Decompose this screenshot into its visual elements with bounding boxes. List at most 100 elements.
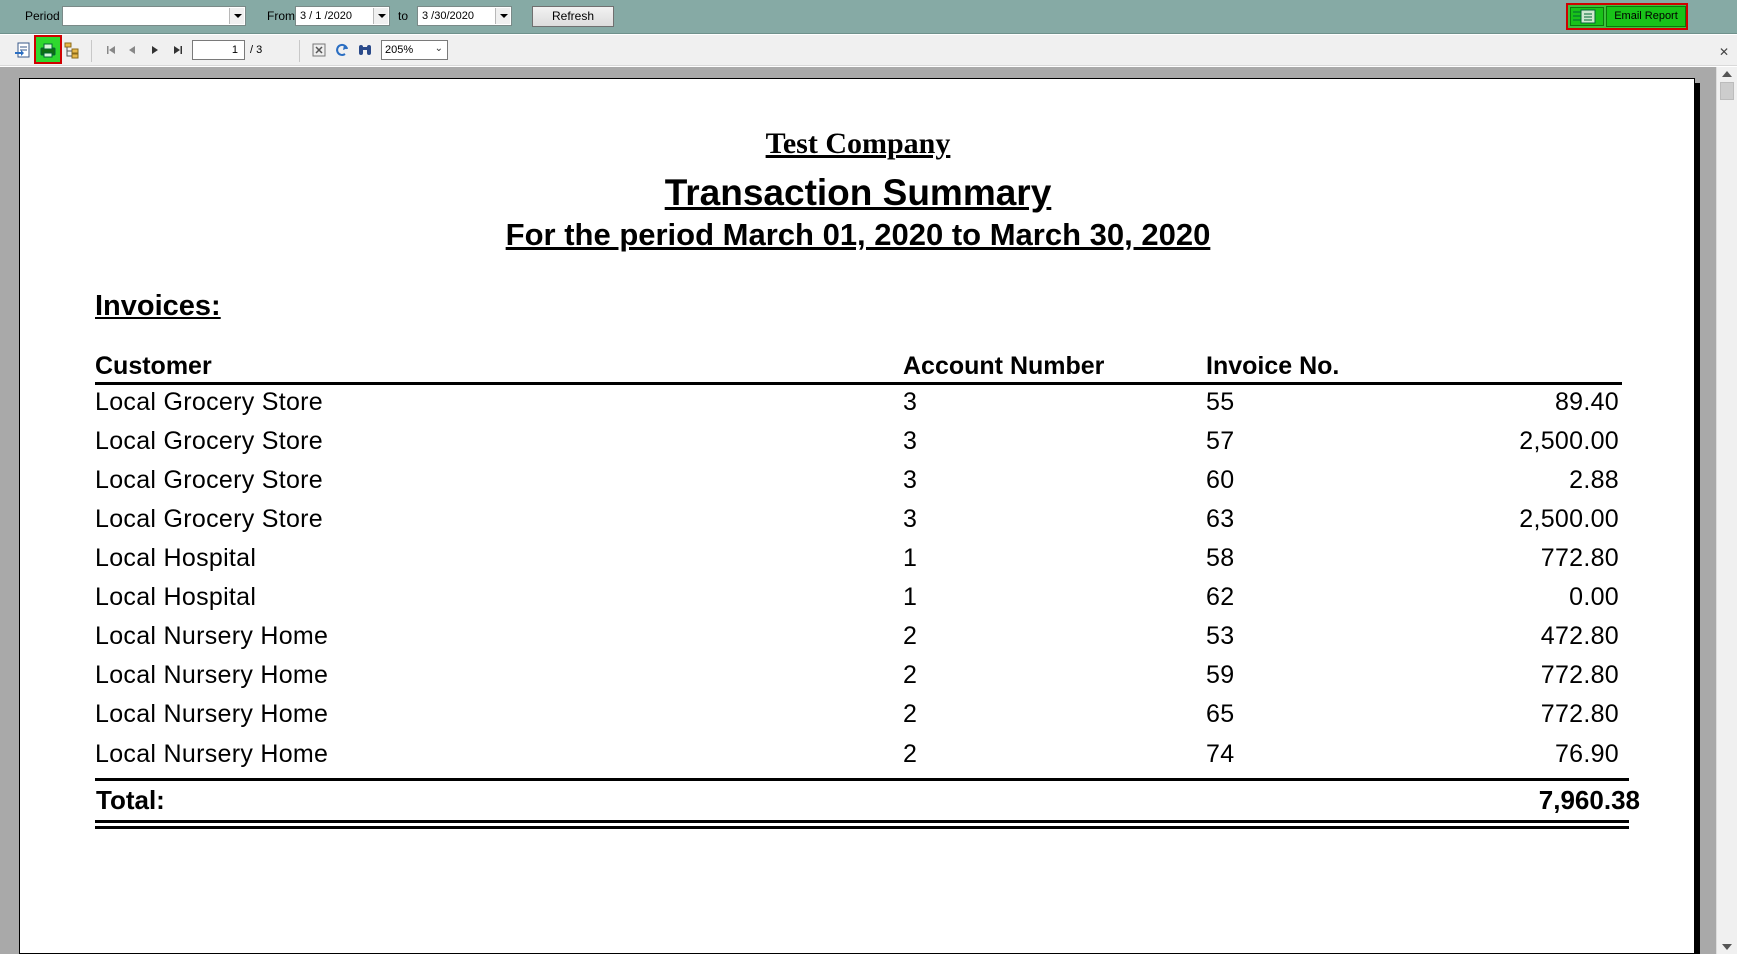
report-toolbar: 1 / 3 205% ⌄ ✕ <box>0 35 1737 66</box>
total-label: Total: <box>96 785 165 815</box>
table-row: Local Hospital 1 58 772.80 <box>0 544 1716 583</box>
scroll-up-icon[interactable] <box>1722 71 1732 77</box>
cell-amount: 89.40 <box>1554 388 1619 416</box>
total-value: 7,960.38 <box>1538 785 1640 815</box>
cell-amount: 76.90 <box>1554 740 1619 768</box>
zoom-select[interactable]: 205% ⌄ <box>381 40 448 60</box>
cell-amount: 2,500.00 <box>1519 427 1619 455</box>
scroll-down-icon[interactable] <box>1722 944 1732 950</box>
column-header-account: Account Number <box>903 352 1105 380</box>
last-page-icon[interactable] <box>168 40 188 60</box>
first-page-icon[interactable] <box>101 40 121 60</box>
cell-account: 2 <box>903 622 918 650</box>
cell-invoice: 59 <box>1206 661 1235 689</box>
from-date-picker[interactable]: 3 / 1 /2020 <box>295 6 390 26</box>
cell-customer: Local Grocery Store <box>95 388 324 416</box>
cell-account: 3 <box>903 388 918 416</box>
previous-page-icon[interactable] <box>122 40 142 60</box>
chevron-down-icon[interactable]: ⌄ <box>435 43 443 54</box>
refresh-button[interactable]: Refresh <box>532 6 614 27</box>
report-title: Transaction Summary <box>664 172 1052 213</box>
cell-account: 2 <box>903 661 918 689</box>
email-report-highlight: Email Report <box>1566 3 1688 30</box>
table-row: Local Grocery Store 3 63 2,500.00 <box>0 505 1716 544</box>
from-label: From <box>267 9 295 23</box>
next-page-icon[interactable] <box>145 40 165 60</box>
cell-invoice: 62 <box>1206 583 1235 611</box>
refresh-icon[interactable] <box>332 40 352 60</box>
header-rule <box>95 382 1622 385</box>
cell-invoice: 74 <box>1206 740 1235 768</box>
cell-customer: Local Nursery Home <box>95 700 329 728</box>
page-number-input[interactable]: 1 <box>192 40 245 60</box>
cell-customer: Local Nursery Home <box>95 661 329 689</box>
cell-amount: 2,500.00 <box>1519 505 1619 533</box>
cell-amount: 772.80 <box>1540 661 1619 689</box>
column-header-invoice: Invoice No. <box>1206 352 1340 380</box>
email-report-button[interactable]: Email Report <box>1606 6 1686 27</box>
cell-invoice: 58 <box>1206 544 1235 572</box>
table-row: Local Hospital 1 62 0.00 <box>0 583 1716 622</box>
cell-amount: 772.80 <box>1540 700 1619 728</box>
cell-account: 2 <box>903 740 918 768</box>
chevron-down-icon[interactable] <box>229 8 244 24</box>
table-row: Local Nursery Home 2 53 472.80 <box>0 622 1716 661</box>
cell-amount: 472.80 <box>1540 622 1619 650</box>
cell-invoice: 60 <box>1206 466 1235 494</box>
total-rule-bottom <box>95 820 1629 823</box>
group-tree-icon[interactable] <box>62 40 82 60</box>
export-icon[interactable] <box>13 40 33 60</box>
cell-account: 3 <box>903 466 918 494</box>
cell-account: 3 <box>903 427 918 455</box>
toolbar-divider <box>299 40 300 62</box>
table-row: Local Nursery Home 2 59 772.80 <box>0 661 1716 700</box>
section-heading: Invoices: <box>95 290 221 322</box>
table-row: Local Nursery Home 2 74 76.90 <box>0 740 1716 779</box>
cell-customer: Local Grocery Store <box>95 505 324 533</box>
period-select[interactable] <box>62 6 246 26</box>
report-period: For the period March 01, 2020 to March 3… <box>505 217 1211 252</box>
cell-account: 3 <box>903 505 918 533</box>
to-date-picker[interactable]: 3 /30/2020 <box>417 6 512 26</box>
table-row: Local Nursery Home 2 65 772.80 <box>0 700 1716 739</box>
cell-customer: Local Hospital <box>95 583 257 611</box>
cell-account: 1 <box>903 583 918 611</box>
cell-customer: Local Grocery Store <box>95 427 324 455</box>
stop-icon[interactable] <box>309 40 329 60</box>
search-binoculars-icon[interactable] <box>355 40 375 60</box>
cell-customer: Local Hospital <box>95 544 257 572</box>
cell-customer: Local Grocery Store <box>95 466 324 494</box>
cell-amount: 0.00 <box>1569 583 1619 611</box>
cell-invoice: 55 <box>1206 388 1235 416</box>
column-header-customer: Customer <box>95 352 212 380</box>
cell-invoice: 53 <box>1206 622 1235 650</box>
company-name: Test Company <box>765 127 951 160</box>
table-row: Local Grocery Store 3 57 2,500.00 <box>0 427 1716 466</box>
period-label: Period <box>25 9 60 23</box>
to-date-value: 3 /30/2020 <box>422 10 474 22</box>
vertical-scrollbar[interactable] <box>1716 67 1737 954</box>
cell-invoice: 57 <box>1206 427 1235 455</box>
scroll-thumb[interactable] <box>1720 82 1734 100</box>
table-row: Local Grocery Store 3 60 2.88 <box>0 466 1716 505</box>
cell-amount: 2.88 <box>1569 466 1619 494</box>
cell-invoice: 65 <box>1206 700 1235 728</box>
page-total-label: / 3 <box>250 44 263 56</box>
to-label: to <box>398 9 409 23</box>
print-icon[interactable] <box>38 40 58 60</box>
chevron-down-icon[interactable] <box>495 8 510 24</box>
filter-bar: Period From 3 / 1 /2020 to 3 /30/2020 Re… <box>0 0 1737 34</box>
email-report-icon[interactable] <box>1570 7 1604 26</box>
chevron-down-icon[interactable] <box>373 8 388 24</box>
cell-customer: Local Nursery Home <box>95 622 329 650</box>
cell-invoice: 63 <box>1206 505 1235 533</box>
table-row: Local Grocery Store 3 55 89.40 <box>0 388 1716 427</box>
close-icon[interactable]: ✕ <box>1719 45 1729 59</box>
cell-amount: 772.80 <box>1540 544 1619 572</box>
total-rule-top <box>95 778 1629 781</box>
from-date-value: 3 / 1 /2020 <box>300 10 352 22</box>
cell-account: 1 <box>903 544 918 572</box>
cell-customer: Local Nursery Home <box>95 740 329 768</box>
zoom-value: 205% <box>385 44 414 56</box>
cell-account: 2 <box>903 700 918 728</box>
